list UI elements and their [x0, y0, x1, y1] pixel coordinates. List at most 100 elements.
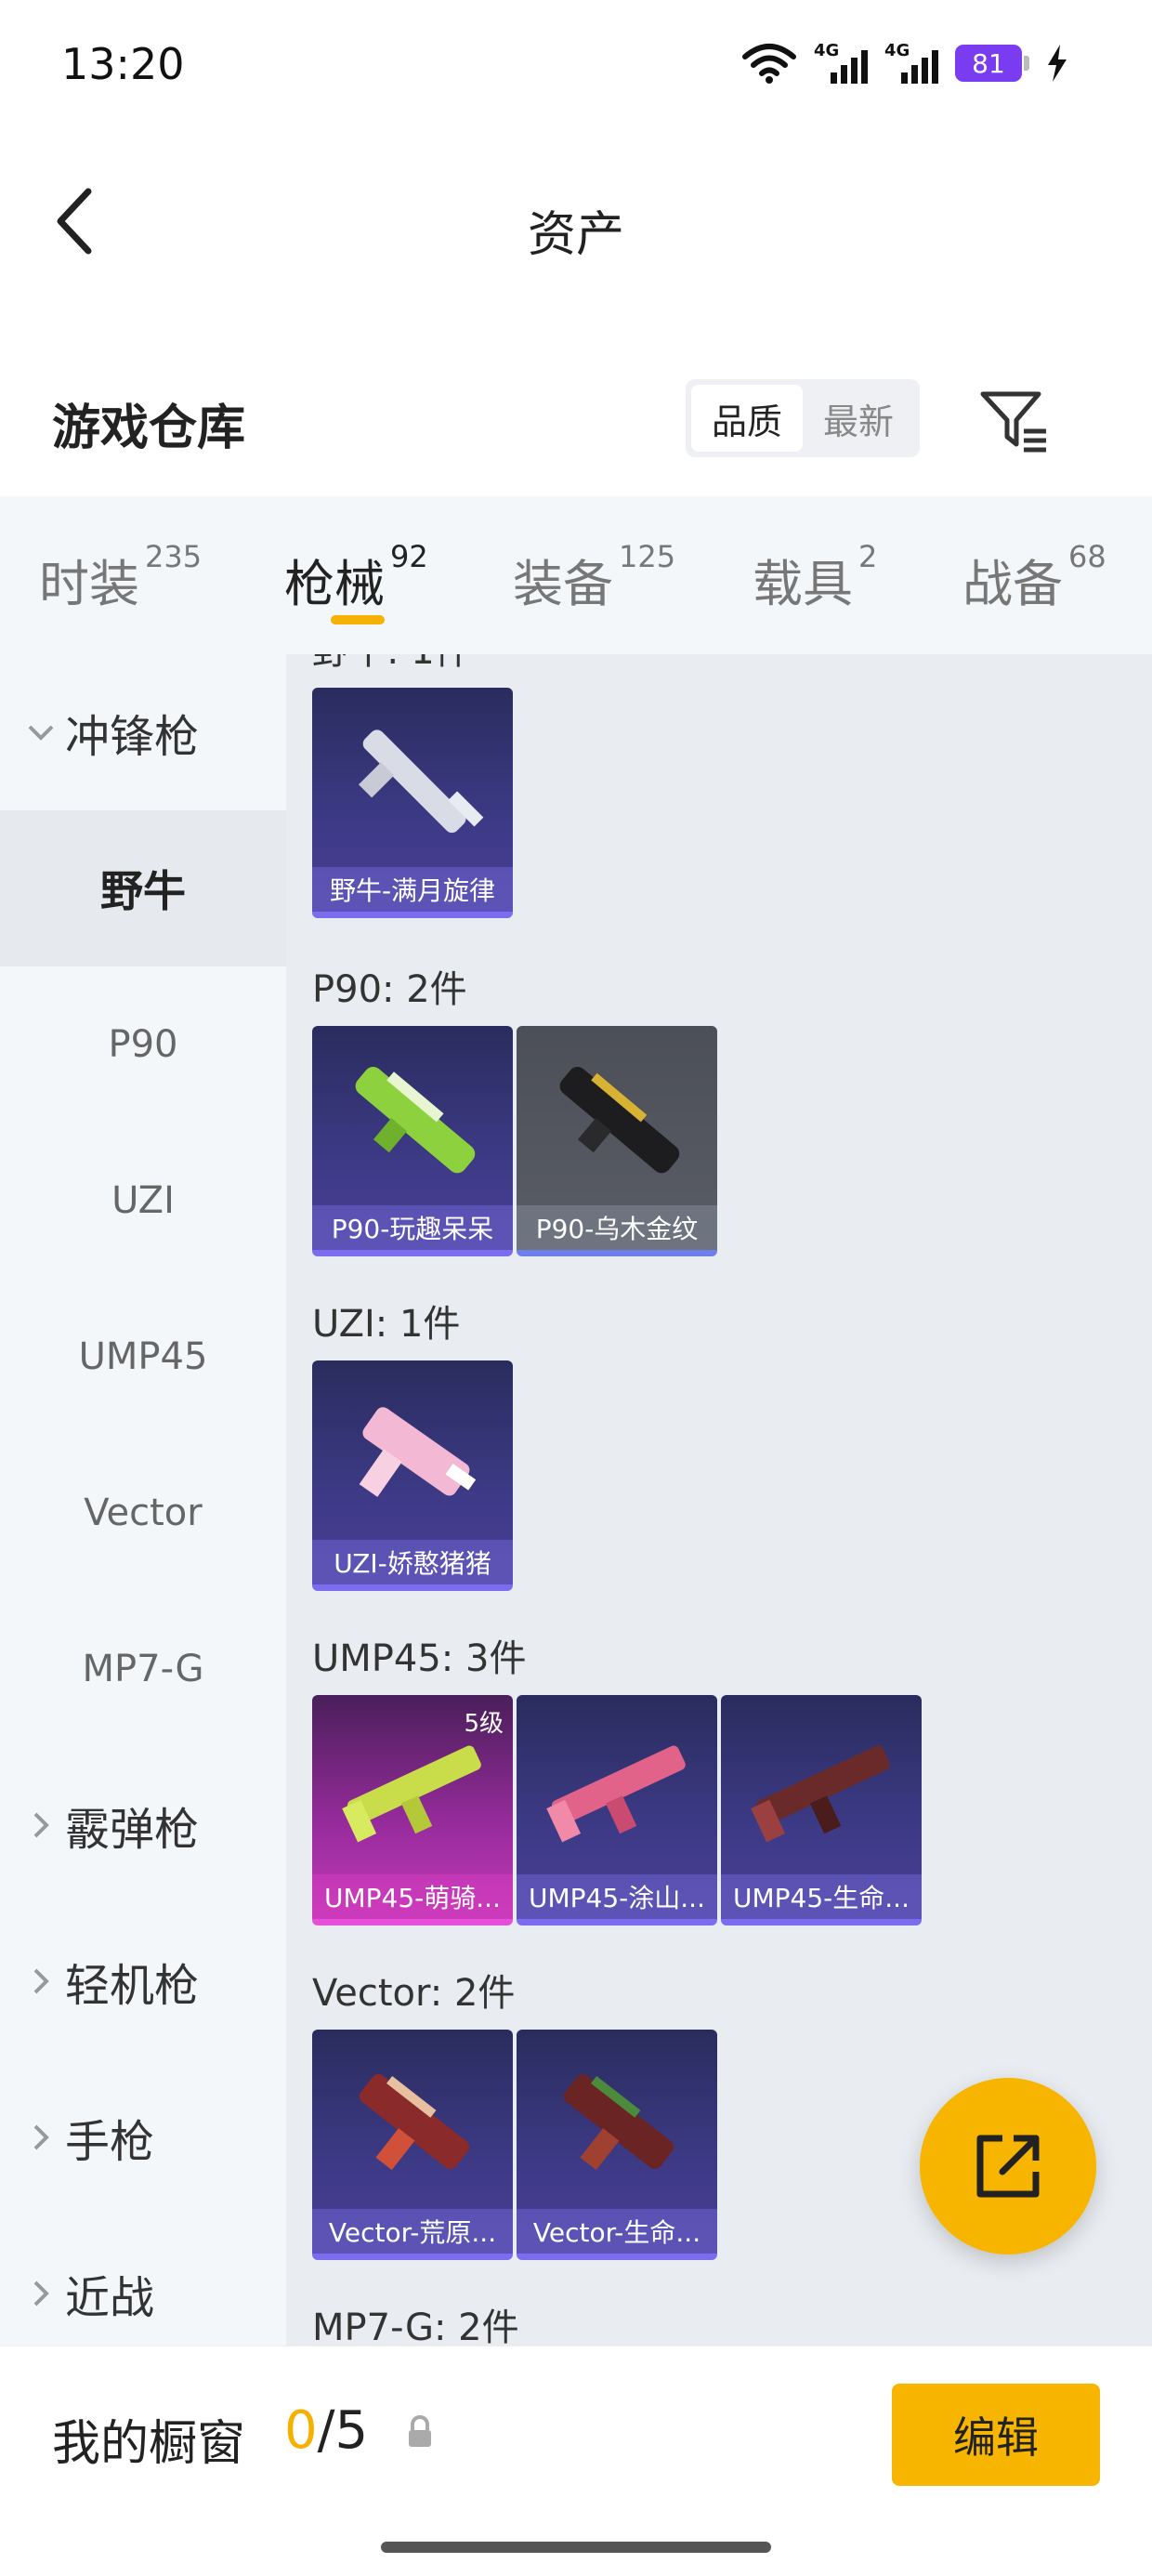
- sidebar-item-label: 近战: [65, 2272, 155, 2324]
- weapon-group-uzi: UZI: 1件 UZI-娇憨猪猪: [312, 1299, 513, 1591]
- skin-card[interactable]: UMP45-涂山...: [517, 1695, 717, 1925]
- sidebar-item-label: Vector: [84, 1492, 203, 1534]
- skin-card-label: UZI-娇憨猪猪: [312, 1540, 513, 1584]
- sidebar-item-lmg[interactable]: 轻机枪: [0, 1903, 286, 2059]
- sidebar-item-label: UZI: [111, 1179, 175, 1222]
- category-tabs: 时装 235 枪械 92 装备 125 载具 2 战备 68: [0, 496, 1152, 654]
- battery-icon: 81: [955, 45, 1029, 82]
- skin-card-label: UMP45-涂山...: [517, 1874, 717, 1919]
- tab-label: 载具: [753, 555, 853, 613]
- page-title: 资产: [527, 207, 624, 263]
- weapon-group-vector: Vector: 2件 Vector-荒原... Vector-生命...: [312, 1968, 717, 2260]
- chevron-down-icon: [28, 725, 54, 741]
- tab-label: 时装: [39, 555, 139, 613]
- skin-card[interactable]: 5级 UMP45-萌骑...: [312, 1695, 513, 1925]
- showcase-current-count: 0: [284, 2400, 318, 2461]
- sidebar-item-label: MP7-G: [82, 1648, 204, 1690]
- share-button[interactable]: [920, 2078, 1096, 2254]
- charging-icon: [1048, 45, 1067, 82]
- sidebar-item-label: P90: [108, 1023, 178, 1066]
- tab-vehicles[interactable]: 载具 2: [753, 539, 877, 616]
- chevron-right-icon: [33, 2280, 49, 2307]
- tab-label: 枪械: [284, 555, 385, 613]
- skin-card[interactable]: Vector-荒原...: [312, 2030, 513, 2260]
- warehouse-title: 游戏仓库: [52, 401, 246, 456]
- home-indicator[interactable]: [381, 2542, 771, 2553]
- tab-firearms[interactable]: 枪械 92: [284, 539, 428, 616]
- tab-label: 装备: [513, 555, 613, 613]
- status-icons: 4G 4G 81: [741, 41, 1068, 85]
- sort-toggle: 品质 最新: [686, 379, 920, 457]
- lock-icon: [409, 2415, 431, 2447]
- gun-skin-image: [359, 1407, 477, 1497]
- filter-button[interactable]: [977, 383, 1052, 457]
- cellular-signal-icon: 4G: [884, 41, 938, 85]
- sidebar-item-label: 冲锋枪: [65, 711, 200, 763]
- nav-bar: 资产: [0, 139, 1152, 297]
- tab-supplies[interactable]: 战备 68: [962, 539, 1106, 616]
- group-title: Vector: 2件: [312, 1972, 516, 2015]
- sidebar-item-melee[interactable]: 近战: [0, 2215, 286, 2346]
- showcase-count: 0/5: [284, 2400, 368, 2461]
- sidebar-item-mp7g[interactable]: MP7-G: [0, 1591, 286, 1747]
- sort-option-latest[interactable]: 最新: [803, 385, 914, 452]
- skin-card[interactable]: 野牛-满月旋律: [312, 688, 513, 918]
- group-title: UZI: 1件: [312, 1303, 461, 1346]
- sidebar-item-label: UMP45: [78, 1335, 208, 1378]
- group-title: MP7-G: 2件: [312, 2307, 519, 2346]
- sidebar-item-bizon[interactable]: 野牛: [0, 810, 286, 966]
- share-icon: [976, 2135, 1040, 2198]
- sidebar-item-pistol[interactable]: 手枪: [0, 2059, 286, 2215]
- skin-card[interactable]: P90-乌木金纹: [517, 1026, 717, 1256]
- chevron-right-icon: [33, 1812, 49, 1838]
- tab-count: 92: [390, 539, 428, 574]
- group-title: UMP45: 3件: [312, 1637, 527, 1680]
- sidebar-item-smg[interactable]: 冲锋枪: [0, 654, 286, 810]
- showcase-label: 我的橱窗: [52, 2416, 246, 2472]
- gun-skin-image: [751, 1745, 890, 1843]
- sidebar-item-ump45[interactable]: UMP45: [0, 1279, 286, 1435]
- group-title: 野牛: 1件: [312, 654, 513, 688]
- tab-equipment[interactable]: 装备 125: [513, 539, 675, 616]
- tab-label: 战备: [962, 555, 1063, 613]
- gun-skin-image: [355, 1067, 476, 1174]
- tab-count: 68: [1068, 539, 1106, 574]
- weapon-group-ump45: UMP45: 3件 5级 UMP45-萌骑... UMP45-涂山... UMP…: [312, 1634, 922, 1925]
- skin-level-badge: 5级: [464, 1710, 504, 1738]
- wifi-icon: [742, 44, 796, 84]
- sidebar-item-label: 轻机枪: [65, 1960, 200, 2012]
- sort-option-quality[interactable]: 品质: [691, 385, 803, 452]
- showcase-bar: 我的橱窗 0/5 编辑: [0, 2346, 1152, 2576]
- sidebar-item-uzi[interactable]: UZI: [0, 1123, 286, 1279]
- tab-count: 2: [858, 539, 878, 574]
- skin-card-label: 野牛-满月旋律: [312, 867, 513, 912]
- skin-card[interactable]: UZI-娇憨猪猪: [312, 1360, 513, 1591]
- skin-card-label: Vector-荒原...: [312, 2209, 513, 2254]
- skin-card-label: Vector-生命...: [517, 2209, 717, 2254]
- status-bar: 13:20 4G 4G 81: [0, 0, 1152, 139]
- weapon-group-mp7g: MP7-G: 2件: [312, 2303, 519, 2346]
- edit-button[interactable]: 编辑: [892, 2384, 1100, 2486]
- weapon-category-sidebar: 冲锋枪 野牛 P90 UZI UMP45 Vector MP7-G 霰弹枪 轻机…: [0, 654, 286, 2346]
- skin-card-label: UMP45-萌骑...: [312, 1874, 513, 1919]
- filter-icon: [980, 391, 1046, 453]
- showcase-max-count: /5: [317, 2400, 369, 2461]
- skin-card-label: P90-乌木金纹: [517, 1205, 717, 1250]
- skin-card-label: UMP45-生命...: [721, 1874, 922, 1919]
- sidebar-item-p90[interactable]: P90: [0, 966, 286, 1123]
- skin-card[interactable]: Vector-生命...: [517, 2030, 717, 2260]
- weapon-group-bizon: 野牛: 1件 野牛-满月旋律: [312, 654, 513, 918]
- tab-fashion[interactable]: 时装 235: [39, 539, 202, 616]
- gun-skin-image: [359, 729, 484, 834]
- skin-card[interactable]: P90-玩趣呆呆: [312, 1026, 513, 1256]
- chevron-right-icon: [33, 1968, 49, 1994]
- battery-level: 81: [955, 45, 1022, 82]
- group-title: P90: 2件: [312, 968, 467, 1011]
- skin-card[interactable]: UMP45-生命...: [721, 1695, 922, 1925]
- tab-count: 125: [619, 539, 676, 574]
- gun-skin-image: [546, 1745, 686, 1843]
- weapon-group-p90: P90: 2件 P90-玩趣呆呆 P90-乌木金纹: [312, 965, 717, 1256]
- sidebar-item-shotgun[interactable]: 霰弹枪: [0, 1747, 286, 1903]
- skin-card-label: P90-玩趣呆呆: [312, 1205, 513, 1250]
- sidebar-item-vector[interactable]: Vector: [0, 1435, 286, 1591]
